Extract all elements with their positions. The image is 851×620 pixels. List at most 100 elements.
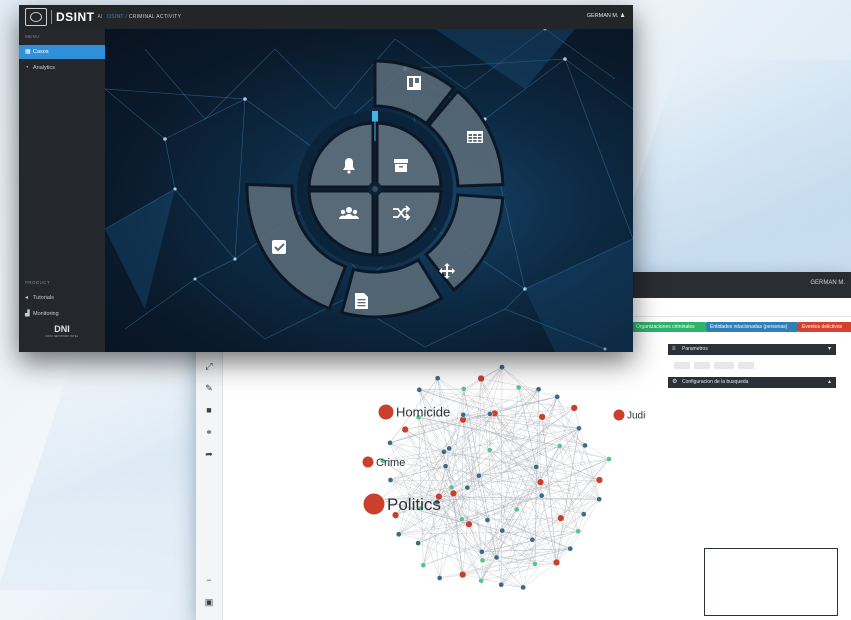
archive-icon — [394, 159, 408, 172]
graph-node — [465, 520, 473, 528]
inner-seg-archive[interactable] — [375, 121, 443, 189]
graph-node — [436, 575, 443, 581]
tag-entities[interactable]: Entidades relacionadas (personas) — [706, 322, 798, 332]
graph-node — [415, 540, 422, 546]
network-graph[interactable]: Homicide Judiciary (System of Justice) Cri… — [346, 352, 646, 620]
user-name: GERMAN M. — [586, 13, 619, 19]
graph-node — [567, 545, 574, 552]
graph-node — [446, 445, 453, 452]
panel-parameters[interactable]: ≡ Parametros ▾ — [668, 344, 836, 355]
filter-icon: ≡ — [672, 346, 676, 352]
graph-node-label: Homicide — [396, 405, 450, 420]
filter-chip[interactable] — [694, 362, 710, 369]
graph-minimap[interactable] — [704, 548, 838, 616]
monitor-icon: ▟ — [25, 311, 30, 317]
square-icon[interactable]: ■ — [203, 404, 215, 416]
sidebar-section-title: PRODUCT — [25, 280, 51, 285]
panel-search-config[interactable]: ⚙ Configuracion de la busqueda ▴ — [668, 377, 836, 388]
graph-node — [434, 375, 441, 382]
graph-node — [515, 384, 522, 391]
graph-node — [477, 374, 485, 383]
tag-events[interactable]: Eventos delictivos — [798, 322, 851, 332]
sidebar-item-casos[interactable]: ▦ Casos — [19, 45, 105, 59]
user-menu[interactable]: GERMAN M. ♟ — [587, 13, 625, 19]
graph-hub-node — [362, 492, 386, 516]
graph-node — [557, 514, 565, 522]
checkbox-icon — [272, 240, 286, 254]
graph-node — [513, 506, 520, 513]
share-icon[interactable]: ➦ — [203, 448, 215, 460]
graph-user-name[interactable]: GERMAN M. — [810, 280, 845, 286]
tag-label: Eventos delictivos — [802, 324, 843, 330]
graph-node — [520, 584, 527, 591]
graph-node — [387, 477, 394, 483]
settings-icon: ⚙ — [672, 379, 678, 385]
filter-chip[interactable] — [674, 362, 690, 369]
tag-organizations[interactable]: Organizaciones criminales — [632, 322, 706, 332]
panel-label: Configuracion de la busqueda — [682, 379, 749, 385]
app-logo[interactable]: DSINT AI — [25, 8, 102, 26]
save-icon[interactable]: ▣ — [203, 596, 215, 608]
graph-node — [484, 517, 491, 523]
graph-node — [582, 442, 588, 449]
breadcrumb: OSINT / CRIMINAL ACTIVITY — [107, 14, 181, 20]
minus-icon[interactable]: − — [203, 574, 215, 586]
logo-icon — [25, 8, 47, 26]
graph-node — [533, 464, 540, 470]
graph-node — [478, 577, 485, 584]
graph-node — [596, 496, 602, 503]
graph-node — [535, 386, 542, 393]
breadcrumb-root[interactable]: OSINT / — [107, 14, 127, 20]
footer-logo-sub: DATA NETWORK INTEL — [45, 334, 79, 338]
chevron-up-icon[interactable]: ▴ — [828, 377, 831, 388]
graph-node — [556, 443, 563, 449]
graph-node — [487, 411, 493, 417]
filter-chip[interactable] — [714, 362, 734, 369]
link-icon[interactable]: ⚭ — [203, 426, 215, 438]
sidebar-item-tutorials[interactable]: ◂ Tutorials — [19, 291, 105, 305]
document-icon — [355, 293, 368, 309]
graph-node — [401, 425, 409, 434]
graph-node — [449, 489, 458, 497]
graph-edge — [522, 479, 600, 588]
breadcrumb-current: CRIMINAL ACTIVITY — [128, 14, 182, 20]
radial-menu — [245, 59, 505, 319]
graph-hub-node — [377, 403, 395, 421]
graph-node — [464, 484, 471, 491]
sidebar-item-analytics[interactable]: ◔ Analytics — [19, 61, 105, 75]
inner-seg-alerts[interactable] — [307, 121, 375, 189]
tutorial-icon: ◂ — [25, 295, 29, 301]
hero-background — [105, 29, 633, 352]
graph-node — [448, 484, 455, 491]
graph-node — [570, 404, 578, 412]
inner-seg-groups[interactable] — [307, 189, 375, 257]
tag-label: Organizaciones criminales — [636, 324, 695, 330]
graph-node — [493, 554, 500, 561]
sidebar-item-label: Monitoring — [33, 311, 59, 317]
filter-chip[interactable] — [738, 362, 754, 369]
graph-node — [580, 511, 587, 517]
graph-node — [538, 413, 546, 421]
pencil-icon[interactable]: ✎ — [203, 382, 215, 394]
sidebar-item-monitoring[interactable]: ▟ Monitoring — [19, 307, 105, 321]
dashboard-window: DSINT AI OSINT / CRIMINAL ACTIVITY GERMA… — [19, 5, 633, 352]
sidebar-item-label: Casos — [33, 49, 49, 55]
graph-edge — [502, 445, 560, 531]
sidebar-item-label: Tutorials — [33, 295, 54, 301]
graph-node — [476, 472, 482, 479]
graph-node-label: Politics — [387, 495, 441, 514]
panel-label: Parametros — [682, 346, 708, 352]
graph-node — [595, 476, 603, 484]
brand-sub: AI — [97, 14, 103, 20]
graph-node-label: Judiciary (System of Justice) — [627, 411, 646, 422]
chevron-down-icon[interactable]: ▾ — [828, 344, 831, 355]
user-icon: ♟ — [620, 13, 625, 19]
expand-icon[interactable]: ⤢ — [203, 360, 215, 372]
graph-node — [459, 516, 465, 523]
inner-seg-shuffle[interactable] — [375, 189, 443, 257]
top-bar: DSINT AI OSINT / CRIMINAL ACTIVITY GERMA… — [19, 5, 633, 29]
graph-edges — [380, 366, 610, 588]
graph-node — [395, 531, 402, 538]
graph-node — [460, 386, 467, 392]
graph-edge — [419, 389, 480, 476]
